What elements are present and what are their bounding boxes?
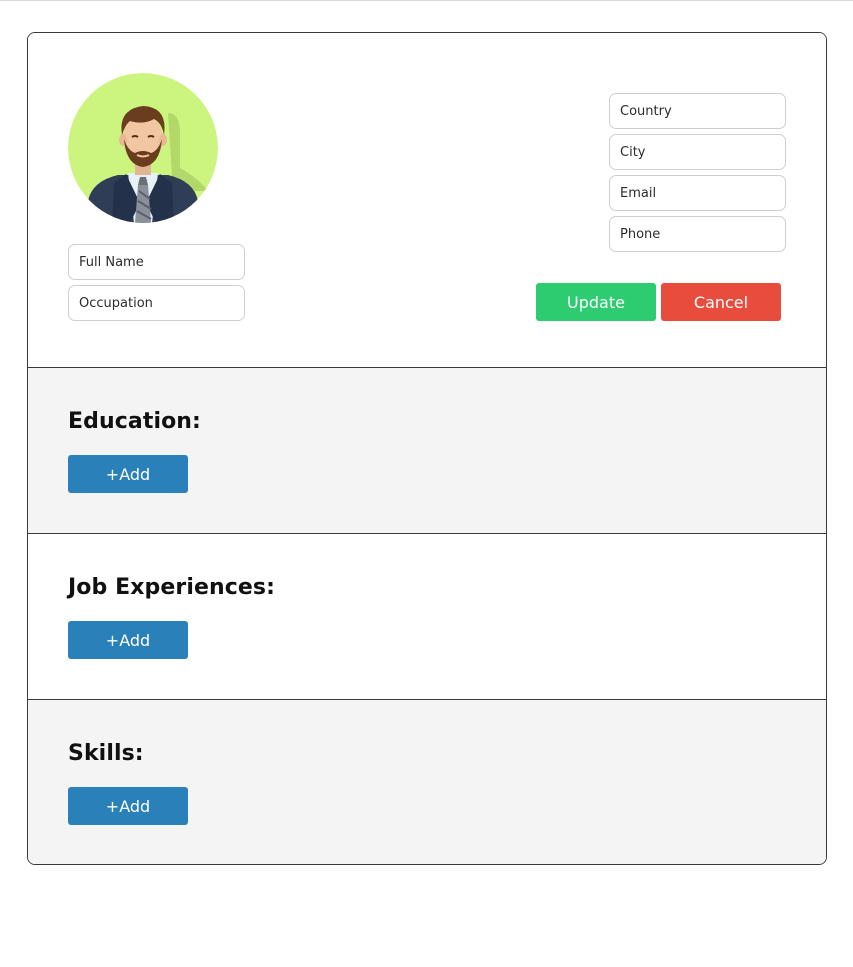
full-name-input[interactable]	[68, 244, 245, 280]
skills-section: Skills: +Add	[28, 699, 826, 864]
job-experiences-section: Job Experiences: +Add	[28, 533, 826, 699]
profile-section: Update Cancel	[28, 33, 826, 367]
add-job-experience-button[interactable]: +Add	[68, 621, 188, 659]
city-input[interactable]	[609, 134, 786, 170]
add-education-button[interactable]: +Add	[68, 455, 188, 493]
job-experiences-title: Job Experiences:	[68, 575, 276, 600]
skills-title: Skills:	[68, 741, 144, 766]
phone-input[interactable]	[609, 216, 786, 252]
education-section: Education: +Add	[28, 367, 826, 533]
education-title: Education:	[68, 409, 201, 434]
update-button[interactable]: Update	[536, 283, 656, 321]
cancel-button[interactable]: Cancel	[661, 283, 781, 321]
add-skill-button[interactable]: +Add	[68, 787, 188, 825]
avatar	[68, 73, 218, 223]
country-input[interactable]	[609, 93, 786, 129]
occupation-input[interactable]	[68, 285, 245, 321]
man-avatar-icon	[68, 73, 218, 223]
top-divider	[0, 0, 853, 1]
email-input[interactable]	[609, 175, 786, 211]
profile-card: Update Cancel Education: +Add Job Experi…	[27, 32, 827, 865]
